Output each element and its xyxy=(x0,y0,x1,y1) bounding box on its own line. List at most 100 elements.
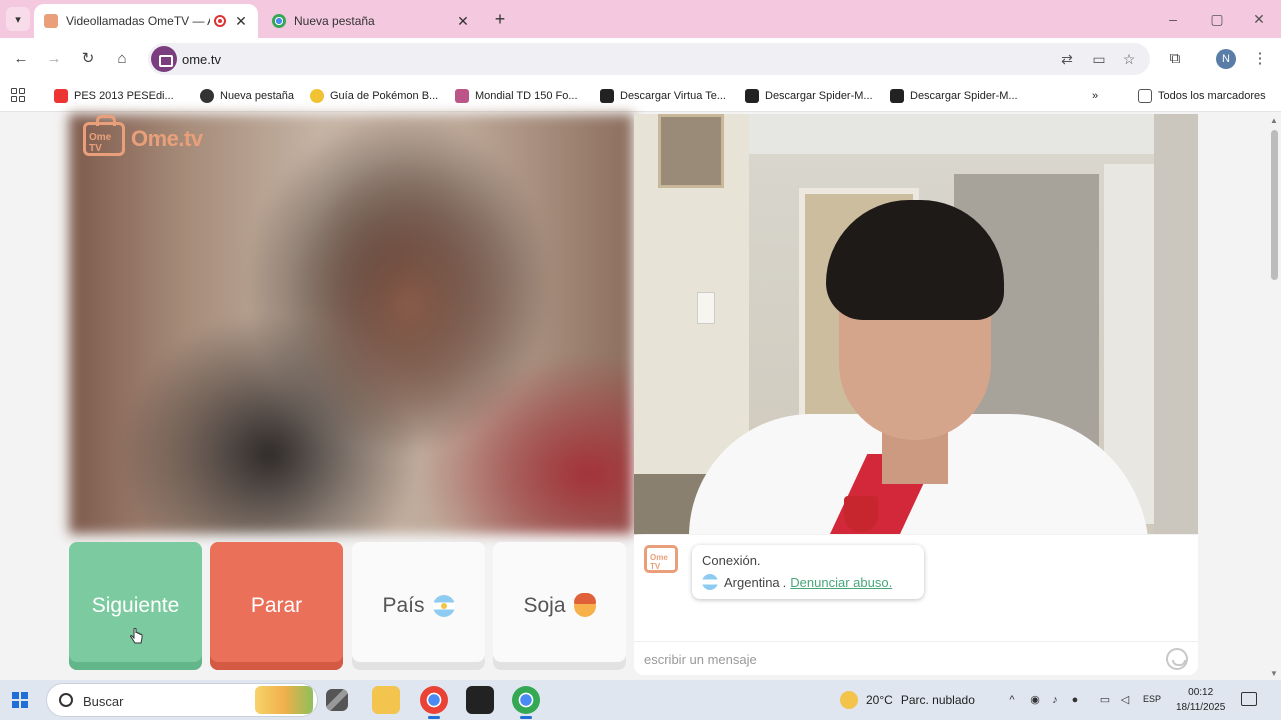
chrome-profile-taskbar-icon[interactable] xyxy=(512,686,540,719)
partner-country: Argentina xyxy=(724,574,780,590)
separator-text: . xyxy=(782,574,787,590)
new-tab-button[interactable]: + xyxy=(489,8,511,30)
bookmarks-overflow-button[interactable]: » xyxy=(1092,87,1098,105)
task-view-icon[interactable] xyxy=(326,689,348,711)
translate-icon[interactable]: ⇄ xyxy=(1058,50,1076,68)
minimize-button[interactable]: – xyxy=(1158,8,1188,30)
tab-search-button[interactable]: ▾ xyxy=(6,7,30,31)
menu-kebab-icon[interactable]: ⋮ xyxy=(1249,48,1271,70)
bookmark-item[interactable]: Descargar Spider-M... xyxy=(745,87,873,105)
chat-status-message: Conexión. Argentina . Denunciar abuso. xyxy=(692,545,924,599)
app-taskbar-icon[interactable] xyxy=(466,686,494,714)
site-info-icon[interactable] xyxy=(151,46,177,72)
stop-button[interactable]: Parar xyxy=(210,542,343,670)
remote-video xyxy=(69,114,633,534)
weather-temperature: 20°C xyxy=(866,693,893,707)
forward-arrow-icon[interactable]: → xyxy=(43,48,65,70)
search-highlight-image xyxy=(255,686,313,714)
game-icon xyxy=(890,89,904,103)
network-icon[interactable]: ▭ xyxy=(1098,693,1112,707)
bookmark-label: Guía de Pokémon B... xyxy=(330,90,439,102)
volume-icon[interactable]: ◁ xyxy=(1118,693,1132,707)
bookmark-item[interactable]: Nueva pestaña xyxy=(200,87,294,105)
bookmark-item[interactable]: Descargar Virtua Te... xyxy=(600,87,726,105)
profile-avatar[interactable]: N xyxy=(1216,49,1236,69)
scrollbar-thumb[interactable] xyxy=(1271,130,1278,280)
address-bar[interactable]: ome.tv ⇄ ▭ ☆ xyxy=(148,43,1150,75)
pokemon-icon xyxy=(310,89,324,103)
ometv-favicon-icon xyxy=(44,14,58,28)
tab-strip: ▾ Videollamadas OmeTV — A ✕ Nueva pestañ… xyxy=(0,0,1281,38)
all-bookmarks-button[interactable]: Todos los marcadores xyxy=(1138,87,1266,105)
tab-title: Videollamadas OmeTV — A xyxy=(66,14,210,28)
notification-icon[interactable] xyxy=(1241,692,1257,706)
stop-button-label: Parar xyxy=(250,594,303,617)
chevron-up-icon[interactable]: ^ xyxy=(1005,693,1019,707)
ometv-camera-icon: Ome TV xyxy=(83,115,125,156)
ometv-logo[interactable]: Ome TV Ome.tv xyxy=(83,115,203,156)
gender-button-label: Soja xyxy=(523,594,566,617)
bookmark-item[interactable]: Guía de Pokémon B... xyxy=(310,87,438,105)
game-icon xyxy=(600,89,614,103)
clock-date: 18/11/2025 xyxy=(1176,702,1226,713)
chat-message-input[interactable] xyxy=(644,648,1144,670)
bookmark-label: Mondial TD 150 Fo... xyxy=(475,90,578,102)
windows-taskbar: Buscar 20°C Parc. nublado ^ ◉ ♪ ● ▭ ◁ ES… xyxy=(0,680,1281,720)
hand-cursor-icon xyxy=(130,628,143,644)
back-arrow-icon[interactable]: ← xyxy=(10,48,32,70)
argentina-flag-icon xyxy=(432,595,455,617)
bookmark-label: Descargar Spider-M... xyxy=(910,90,1018,102)
gender-filter-button[interactable]: Soja xyxy=(493,542,626,670)
close-window-button[interactable]: ✕ xyxy=(1244,8,1274,30)
ometv-chat-icon: Ome TV xyxy=(644,545,678,573)
browser-toolbar: ← → ↻ ⌂ ome.tv ⇄ ▭ ☆ ⧉ N ⋮ xyxy=(0,38,1281,80)
clock-time: 00:12 xyxy=(1188,687,1214,698)
chrome-favicon-icon xyxy=(272,14,286,28)
bookmark-item[interactable]: PES 2013 PESEdi... xyxy=(54,87,174,105)
emoji-picker-icon[interactable] xyxy=(1166,648,1188,670)
bookmark-label: PES 2013 PESEdi... xyxy=(74,90,174,102)
chat-input-area xyxy=(634,641,1198,675)
recording-indicator-icon xyxy=(214,15,226,27)
next-button[interactable]: Siguiente xyxy=(69,542,202,670)
speaker-icon[interactable]: ♪ xyxy=(1048,693,1062,707)
search-label: Buscar xyxy=(83,694,124,709)
globe-icon xyxy=(200,89,214,103)
bookmark-label: Descargar Virtua Te... xyxy=(620,90,726,102)
windows-start-icon[interactable] xyxy=(12,692,28,708)
maximize-button[interactable]: ▢ xyxy=(1202,8,1232,30)
close-tab-icon[interactable]: ✕ xyxy=(234,13,248,30)
bookmark-star-icon[interactable]: ☆ xyxy=(1120,50,1138,68)
chat-panel: Ome TV Conexión. Argentina . Denunciar a… xyxy=(634,535,1198,675)
scroll-down-icon[interactable]: ▼ xyxy=(1270,669,1278,678)
mic-icon[interactable]: ● xyxy=(1068,693,1082,707)
cast-icon[interactable]: ▭ xyxy=(1090,50,1108,68)
logo-text: Ome.tv xyxy=(131,126,203,151)
country-filter-button[interactable]: País xyxy=(352,542,485,670)
home-icon[interactable]: ⌂ xyxy=(111,48,133,70)
search-icon xyxy=(59,693,73,707)
extensions-icon[interactable]: ⧉ xyxy=(1164,48,1186,70)
bookmark-item[interactable]: Mondial TD 150 Fo... xyxy=(455,87,578,105)
reload-icon[interactable]: ↻ xyxy=(77,48,99,70)
taskbar-search[interactable]: Buscar xyxy=(46,683,318,717)
page-scrollbar[interactable]: ▲ ▼ xyxy=(1267,112,1281,680)
tab-title: Nueva pestaña xyxy=(294,14,375,28)
language-indicator[interactable]: ESP xyxy=(1143,694,1161,704)
weather-description: Parc. nublado xyxy=(900,693,975,707)
report-abuse-link[interactable]: Denunciar abuso. xyxy=(790,575,892,590)
system-clock[interactable]: 00:12 18/11/2025 xyxy=(1176,685,1225,715)
all-bookmarks-label: Todos los marcadores xyxy=(1158,90,1266,102)
scroll-up-icon[interactable]: ▲ xyxy=(1270,116,1278,125)
close-tab-icon[interactable]: ✕ xyxy=(456,13,470,30)
tab-ometv[interactable]: Videollamadas OmeTV — A ✕ xyxy=(34,4,258,38)
weather-widget[interactable]: 20°C Parc. nublado xyxy=(840,691,975,709)
bookmark-item[interactable]: Descargar Spider-M... xyxy=(890,87,1018,105)
tray-app-icon[interactable]: ◉ xyxy=(1028,693,1042,707)
tab-new-tab[interactable]: Nueva pestaña ✕ xyxy=(262,4,480,38)
bookmark-label: Descargar Spider-M... xyxy=(765,90,873,102)
chrome-taskbar-icon[interactable] xyxy=(420,686,448,719)
youtube-icon xyxy=(54,89,68,103)
file-explorer-icon[interactable] xyxy=(372,686,400,714)
apps-grid-icon[interactable] xyxy=(11,88,25,102)
